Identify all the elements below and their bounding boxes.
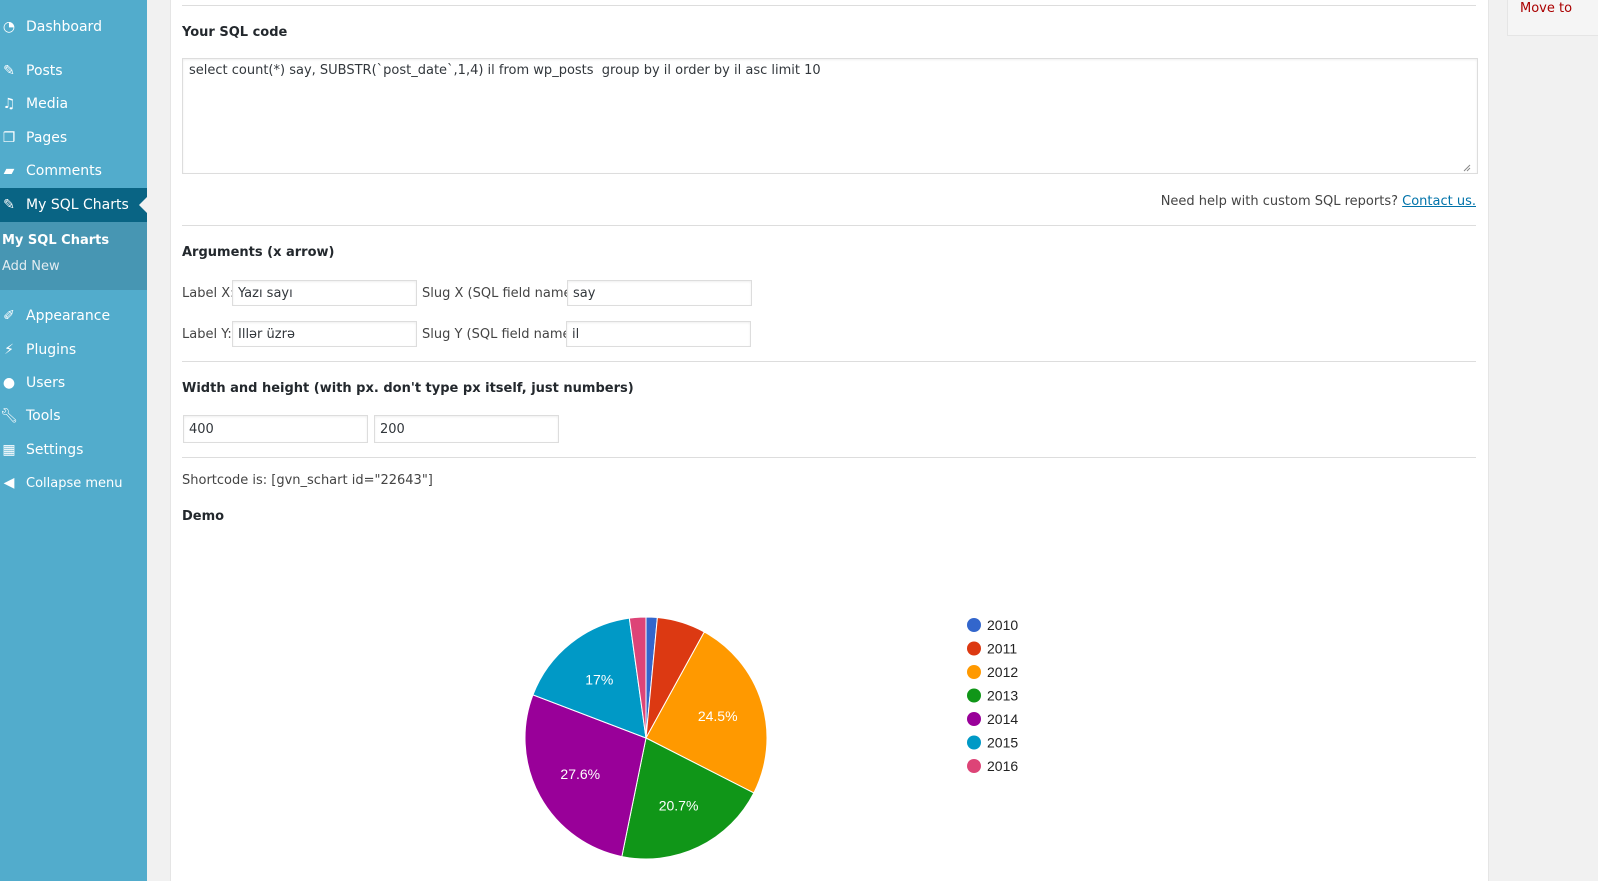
sidebar-item-label: Plugins (26, 342, 77, 358)
height-input[interactable] (374, 415, 559, 443)
sidebar-item-posts[interactable]: ✎ Posts (0, 54, 147, 88)
sidebar-item-pages[interactable]: ❐ Pages (0, 121, 147, 155)
slug-y-label: Slug Y (SQL field name): (422, 327, 580, 342)
sidebar-item-appearance[interactable]: ✐ Appearance (0, 299, 147, 333)
pages-icon: ❐ (2, 130, 16, 146)
sidebar-item-media[interactable]: ♫ Media (0, 87, 147, 121)
demo-heading: Demo (182, 509, 225, 524)
slug-x-input[interactable] (567, 280, 752, 306)
legend-label-2011[interactable]: 2011 (987, 641, 1017, 657)
sidebar-item-dashboard[interactable]: ◔ Dashboard (0, 10, 147, 44)
legend-marker-2014 (967, 712, 981, 726)
sidebar-item-tools[interactable]: 🔧︎ Tools (0, 399, 147, 433)
sidebar-item-comments[interactable]: ▰ Comments (0, 154, 147, 188)
comment-icon: ▰ (3, 163, 15, 179)
sidebar-item-settings[interactable]: ▦ Settings (0, 433, 147, 467)
label-x-label: Label X: (182, 286, 235, 301)
edit-panel: Your SQL code select count(*) say, SUBST… (170, 0, 1489, 881)
pin-icon: ✎ (3, 63, 15, 79)
sidebar-item-plugins[interactable]: ⚡ Plugins (0, 333, 147, 367)
pie-slices (524, 616, 768, 860)
label-y-input[interactable] (232, 321, 417, 347)
sql-code-heading: Your SQL code (182, 25, 288, 40)
wrench-icon: 🔧︎ (0, 408, 18, 424)
resize-grip-icon[interactable] (1463, 164, 1471, 172)
divider (182, 5, 1476, 6)
shortcode-text: Shortcode is: [gvn_schart id="22643"] (182, 473, 433, 488)
legend-marker-2010 (967, 618, 981, 632)
divider (182, 225, 1476, 226)
sidebar-item-label: Tools (26, 408, 61, 424)
sidebar-item-label: Users (26, 375, 66, 391)
slice-label-2013: 20.7% (659, 798, 699, 814)
legend-label-2012[interactable]: 2012 (987, 664, 1018, 680)
label-y-label: Label Y: (182, 327, 232, 342)
sidebar-item-label: Media (26, 96, 69, 112)
legend-label-2013[interactable]: 2013 (987, 688, 1018, 704)
pin-icon: ✎ (3, 197, 15, 213)
slice-label-2014: 27.6% (560, 766, 600, 782)
chart-legend: 2010 2011 2012 2013 2014 2015 2016 (967, 617, 1018, 774)
contact-us-link[interactable]: Contact us. (1402, 194, 1476, 209)
sidebar-item-label: Dashboard (26, 19, 102, 35)
admin-sidebar: ◔ Dashboard ✎ Posts ♫ Media ❐ Pages ▰ Co… (0, 0, 147, 881)
settings-icon: ▦ (2, 442, 16, 458)
divider (182, 361, 1476, 362)
plugin-icon: ⚡ (4, 342, 14, 358)
legend-label-2014[interactable]: 2014 (987, 711, 1018, 727)
sidebar-item-my-sql-charts[interactable]: ✎ My SQL Charts (0, 188, 147, 222)
legend-label-2015[interactable]: 2015 (987, 735, 1018, 751)
dashboard-icon: ◔ (2, 19, 16, 35)
sidebar-item-label: Posts (26, 63, 63, 79)
user-icon: ● (2, 375, 16, 391)
help-text: Need help with custom SQL reports? Conta… (1161, 194, 1476, 209)
submenu-item-my-sql-charts[interactable]: My SQL Charts (2, 233, 109, 248)
divider (182, 457, 1476, 458)
legend-label-2016[interactable]: 2016 (987, 758, 1018, 774)
legend-marker-2015 (967, 735, 981, 750)
slug-x-label: Slug X (SQL field name): (422, 286, 581, 301)
width-input[interactable] (183, 415, 368, 443)
slug-y-input[interactable] (566, 321, 751, 347)
sidebar-item-users[interactable]: ● Users (0, 366, 147, 400)
size-heading: Width and height (with px. don't type px… (182, 381, 634, 396)
arguments-heading: Arguments (x arrow) (182, 245, 335, 260)
sidebar-item-label: Appearance (26, 308, 111, 324)
label-x-input[interactable] (232, 280, 417, 306)
sidebar-item-label: My SQL Charts (26, 197, 129, 213)
slice-label-2012: 24.5% (698, 708, 738, 724)
media-icon: ♫ (2, 96, 16, 112)
sidebar-item-label: Pages (26, 130, 68, 146)
legend-marker-2013 (967, 688, 981, 703)
legend-marker-2012 (967, 665, 981, 679)
help-label: Need help with custom SQL reports? (1160, 194, 1398, 209)
collapse-icon: ◀ (3, 475, 15, 491)
submenu-item-add-new[interactable]: Add New (2, 259, 60, 274)
publish-box: Move to (1507, 0, 1598, 36)
paintbrush-icon: ✐ (3, 308, 15, 324)
legend-marker-2011 (967, 641, 981, 656)
collapse-menu-button[interactable]: ◀ Collapse menu (0, 466, 147, 500)
slice-label-2015: 17% (585, 671, 613, 687)
submenu: My SQL Charts Add New (0, 222, 147, 290)
sidebar-item-label: Settings (26, 442, 84, 458)
sidebar-item-label: Comments (26, 163, 102, 179)
legend-label-2010[interactable]: 2010 (987, 617, 1018, 633)
move-to-trash-link[interactable]: Move to (1520, 1, 1572, 16)
collapse-menu-label: Collapse menu (26, 475, 123, 491)
pie-chart: 24.5%20.7%27.6%17% 201020112012201320142… (524, 616, 1018, 860)
sql-code-textarea[interactable]: select count(*) say, SUBSTR(`post_date`,… (182, 58, 1478, 174)
legend-marker-2016 (967, 759, 981, 773)
